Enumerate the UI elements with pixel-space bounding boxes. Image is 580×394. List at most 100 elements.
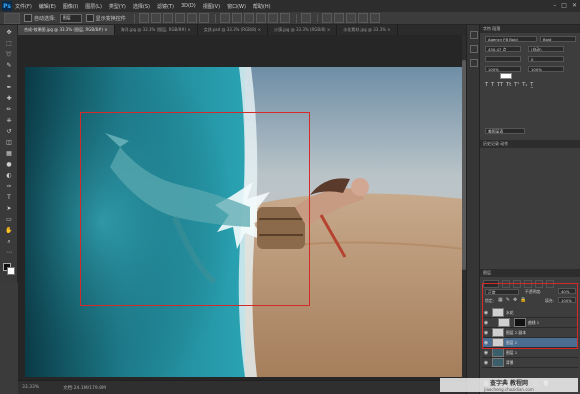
- align-bottom-icon[interactable]: [162, 13, 173, 23]
- marquee-tool-icon[interactable]: ⬚: [4, 39, 14, 48]
- 3d-rotate-icon[interactable]: [321, 13, 332, 23]
- font-style-field[interactable]: Bold: [540, 36, 576, 42]
- align-right-icon[interactable]: [198, 13, 209, 23]
- distribute-right-icon[interactable]: [279, 13, 290, 23]
- quick-select-tool-icon[interactable]: ✎: [4, 61, 14, 70]
- font-size-field[interactable]: 430.47 点: [485, 46, 521, 52]
- zoom-tool-icon[interactable]: ⌕: [4, 237, 14, 246]
- layer-name[interactable]: 图层 1: [506, 350, 517, 356]
- menu-bar: Ps 文件(F) 编辑(E) 图像(I) 图层(L) 类型(Y) 选择(S) 滤…: [0, 0, 580, 12]
- layer-name[interactable]: 背景: [506, 360, 514, 366]
- menu-filter[interactable]: 滤镜(T): [157, 3, 174, 10]
- move-tool-icon[interactable]: ✥: [4, 28, 14, 37]
- type-tool-icon[interactable]: T: [4, 193, 14, 202]
- distribute-middle-icon[interactable]: [231, 13, 242, 23]
- adjustments-panel-icon[interactable]: [470, 59, 478, 67]
- auto-align-icon[interactable]: [300, 13, 311, 23]
- menu-layer[interactable]: 图层(L): [85, 3, 102, 10]
- transform-controls-checkbox[interactable]: [85, 14, 94, 22]
- path-select-tool-icon[interactable]: ➤: [4, 204, 14, 213]
- 3d-slide-icon[interactable]: [357, 13, 368, 23]
- divider: [316, 13, 318, 23]
- hand-tool-icon[interactable]: ✋: [4, 226, 14, 235]
- tab-document-2[interactable]: 海洋.jpg @ 33.3% (图层, RGB/8#) ×: [115, 25, 198, 35]
- align-top-icon[interactable]: [138, 13, 149, 23]
- menu-3d[interactable]: 3D(D): [181, 3, 196, 9]
- all-caps-icon[interactable]: TT: [497, 82, 503, 88]
- blur-tool-icon[interactable]: ●: [4, 160, 14, 169]
- divider: [133, 13, 135, 23]
- 3d-roll-icon[interactable]: [333, 13, 344, 23]
- menu-view[interactable]: 视图(V): [203, 3, 220, 10]
- menu-file[interactable]: 文件(F): [15, 3, 32, 10]
- tab-document-4[interactable]: 沙漠.jpg @ 33.3% (RGB/8) ×: [268, 25, 338, 35]
- language-dropdown[interactable]: 美国英语: [485, 128, 525, 134]
- history-panel-icon[interactable]: [470, 31, 478, 39]
- crop-tool-icon[interactable]: ⌗: [4, 72, 14, 81]
- tab-document-5[interactable]: 水花素材.jpg @ 33.3% ×: [337, 25, 398, 35]
- close-icon[interactable]: ✕: [572, 2, 577, 9]
- layer-row[interactable]: ◉ 背景: [482, 358, 578, 368]
- pen-tool-icon[interactable]: ✑: [4, 182, 14, 191]
- history-brush-tool-icon[interactable]: ↺: [4, 127, 14, 136]
- lasso-tool-icon[interactable]: ➰: [4, 50, 14, 59]
- scale-vertical-field[interactable]: 100%: [485, 66, 521, 72]
- move-tool-preset[interactable]: [4, 12, 20, 24]
- zoom-level[interactable]: 33.33%: [22, 385, 39, 390]
- transform-controls-label: 显示变换控件: [95, 15, 126, 22]
- menu-window[interactable]: 窗口(W): [227, 3, 246, 10]
- visibility-eye-icon[interactable]: ◉: [482, 360, 490, 366]
- minimize-icon[interactable]: –: [553, 2, 556, 9]
- properties-panel-icon[interactable]: [470, 45, 478, 53]
- tab-document-3[interactable]: 女孩.psd @ 33.3% (RGB/8) ×: [198, 25, 268, 35]
- distribute-left-icon[interactable]: [255, 13, 266, 23]
- distribute-center-icon[interactable]: [267, 13, 278, 23]
- brush-tool-icon[interactable]: ✏: [4, 105, 14, 114]
- layers-panel-tabs[interactable]: 图层: [480, 269, 580, 277]
- text-style-buttons: T T TT Tt T¹ T₁ T̲: [485, 82, 575, 88]
- menu-select[interactable]: 选择(S): [133, 3, 150, 10]
- character-panel-tabs[interactable]: 字符 段落: [480, 25, 580, 33]
- underline-icon[interactable]: T̲: [530, 82, 533, 88]
- align-middle-icon[interactable]: [150, 13, 161, 23]
- shape-tool-icon[interactable]: ▭: [4, 215, 14, 224]
- window-controls: – □ ✕: [553, 2, 577, 9]
- gradient-tool-icon[interactable]: ▦: [4, 149, 14, 158]
- subscript-icon[interactable]: T₁: [522, 82, 527, 88]
- 3d-pan-icon[interactable]: [345, 13, 356, 23]
- small-caps-icon[interactable]: Tt: [506, 82, 511, 88]
- clone-stamp-tool-icon[interactable]: ⎈: [4, 116, 14, 125]
- menu-type[interactable]: 类型(Y): [109, 3, 126, 10]
- menu-edit[interactable]: 编辑(E): [39, 3, 56, 10]
- menu-image[interactable]: 图像(I): [63, 3, 78, 10]
- layer-row[interactable]: ◉ 图层 1: [482, 348, 578, 358]
- text-color-swatch[interactable]: [500, 73, 512, 79]
- tracking-field[interactable]: [485, 56, 521, 62]
- superscript-icon[interactable]: T¹: [514, 82, 519, 88]
- maximize-icon[interactable]: □: [561, 2, 567, 9]
- visibility-eye-icon[interactable]: ◉: [482, 350, 490, 356]
- edit-toolbar-icon[interactable]: ⋯: [4, 248, 14, 257]
- dodge-tool-icon[interactable]: ◐: [4, 171, 14, 180]
- faux-bold-icon[interactable]: T: [485, 82, 488, 88]
- scale-horizontal-field[interactable]: 100%: [528, 66, 564, 72]
- leading-field[interactable]: (自动): [528, 46, 564, 52]
- history-panel-tabs[interactable]: 历史记录 动作: [480, 140, 580, 148]
- menu-help[interactable]: 帮助(H): [253, 3, 271, 10]
- eyedropper-tool-icon[interactable]: ✒: [4, 83, 14, 92]
- align-center-icon[interactable]: [186, 13, 197, 23]
- font-family-field[interactable]: Agency FB Bold: [485, 36, 537, 42]
- watermark-site: jiaocheng.chazidian.com: [484, 387, 534, 392]
- auto-select-dropdown[interactable]: 图层: [59, 13, 82, 23]
- background-color-swatch[interactable]: [7, 267, 15, 275]
- kerning-field[interactable]: 0: [528, 56, 564, 62]
- align-left-icon[interactable]: [174, 13, 185, 23]
- auto-select-checkbox[interactable]: [24, 14, 32, 22]
- distribute-top-icon[interactable]: [219, 13, 230, 23]
- eraser-tool-icon[interactable]: ◫: [4, 138, 14, 147]
- faux-italic-icon[interactable]: T: [491, 82, 494, 88]
- distribute-bottom-icon[interactable]: [243, 13, 254, 23]
- healing-brush-tool-icon[interactable]: ✚: [4, 94, 14, 103]
- tab-document-1[interactable]: 合成-效果图.jpg @ 33.3% (图层, RGB/8#) ×: [18, 25, 115, 35]
- 3d-scale-icon[interactable]: [369, 13, 380, 23]
